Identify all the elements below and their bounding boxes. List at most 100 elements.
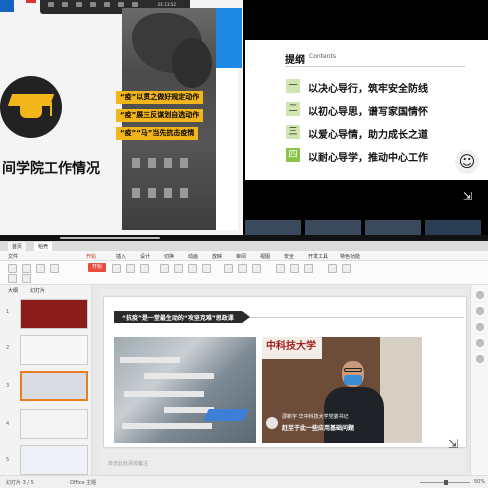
tab-home[interactable]: 首页 [8, 242, 27, 251]
underline-icon[interactable] [188, 264, 197, 273]
ribbon-toolbar: 开始 [0, 261, 488, 285]
reset-icon[interactable] [140, 264, 149, 273]
item-number: 二 [286, 102, 300, 116]
contents-heading-en: Contents [309, 53, 336, 60]
share-icon[interactable] [76, 2, 82, 7]
menu-devtools[interactable]: 开发工具 [308, 253, 328, 260]
font-color-icon[interactable] [202, 264, 211, 273]
record-icon[interactable] [118, 2, 124, 7]
animation-pane-icon[interactable] [476, 307, 484, 315]
cut-icon[interactable] [22, 264, 31, 273]
tab-slides[interactable]: 幻灯片 [30, 287, 45, 294]
participant-thumb[interactable] [365, 220, 421, 235]
exit-fullscreen-icon[interactable]: ⇲ [448, 437, 462, 453]
new-slide-icon[interactable] [112, 264, 121, 273]
menu-animation[interactable]: 动画 [188, 253, 198, 260]
slide-counter: 幻灯片 3 / 5 [6, 480, 34, 486]
top-right-video-tile[interactable]: 提纲 Contents 一 以决心导行，筑牢安全防线 二 以初心导思，谱写家国情… [245, 0, 488, 235]
slide-thumbnail-selected[interactable] [20, 371, 88, 401]
banner-item: “疫”“马”当先抗击疫情 [116, 127, 199, 140]
notes-field[interactable]: 单击此处添加备注 [104, 455, 466, 471]
thumb-number: 2 [6, 345, 10, 351]
align-right-icon[interactable] [252, 264, 261, 273]
slide-thumbnail[interactable] [20, 409, 88, 439]
caption-quote: 赶至于此一些应用基础问题 [282, 425, 355, 432]
current-slide[interactable]: “抗疫”是一堂最生动的“攻坚克难”思政课 中科技大学 邵新宇 华中科技大学党委书… [104, 297, 466, 447]
object-properties-icon[interactable] [476, 291, 484, 299]
contents-slide: 提纲 Contents 一 以决心导行，筑牢安全防线 二 以初心导思，谱写家国情… [245, 40, 488, 180]
title-bar: 首页 稻壳 [0, 241, 488, 251]
video-still-photo: 中科技大学 邵新宇 华中科技大学党委书记 赶至于此一些应用基础问题 [262, 337, 422, 443]
participant-badge [0, 0, 14, 12]
chat-icon[interactable] [104, 2, 110, 7]
university-sign: 中科技大学 [262, 337, 322, 359]
zoom-handle[interactable] [444, 480, 448, 485]
menu-start[interactable]: 开始 [86, 253, 96, 260]
exit-fullscreen-icon[interactable]: ⇲ [463, 190, 477, 206]
participants-icon[interactable] [90, 2, 96, 7]
item-number: 四 [286, 148, 300, 162]
menu-slideshow[interactable]: 放映 [212, 253, 222, 260]
menu-insert[interactable]: 插入 [116, 253, 126, 260]
participant-thumb[interactable] [425, 220, 481, 235]
undo-icon[interactable] [8, 274, 17, 283]
menu-view[interactable]: 视图 [260, 253, 270, 260]
participant-thumb[interactable] [245, 220, 301, 235]
thumb-number: 5 [6, 457, 10, 463]
align-center-icon[interactable] [238, 264, 247, 273]
contents-heading: 提纲 [285, 55, 305, 66]
wps-presentation-window[interactable]: 首页 稻壳 文件 开始 插入 设计 切换 动画 放映 审阅 视图 安全 开发工具… [0, 241, 488, 488]
menu-file[interactable]: 文件 [8, 253, 18, 260]
caption-name: 邵新宇 华中科技大学党委书记 [282, 414, 349, 420]
right-tool-panel [470, 285, 488, 475]
zoom-level: 50% [474, 479, 486, 485]
item-text: 以爱心导情，助力成长之道 [308, 130, 428, 141]
menu-features[interactable]: 特色功能 [340, 253, 360, 260]
top-left-video-tile[interactable]: 01:13:52 间学院工作情况 “疫”以贯之做好规定动作 “疫”展三反谋划自选… [0, 0, 243, 235]
theme-name: Office 主题 [70, 480, 97, 486]
construction-photo [114, 337, 256, 443]
tab-outline[interactable]: 大纲 [8, 287, 18, 294]
slide-title: 间学院工作情况 [2, 161, 100, 177]
slide-heading: “抗疫”是一堂最生动的“攻坚克难”思政课 [114, 311, 250, 323]
format-painter-icon[interactable] [50, 264, 59, 273]
heading-divider [285, 66, 465, 67]
copy-icon[interactable] [36, 264, 45, 273]
paste-icon[interactable] [8, 264, 17, 273]
menu-transition[interactable]: 切换 [164, 253, 174, 260]
recording-indicator [26, 0, 36, 3]
banner-item: “疫”展三反谋划自选动作 [116, 109, 204, 122]
slide-thumbnail[interactable] [20, 445, 88, 475]
find-icon[interactable] [328, 264, 337, 273]
menu-design[interactable]: 设计 [140, 253, 150, 260]
menu-review[interactable]: 审阅 [236, 253, 246, 260]
align-left-icon[interactable] [224, 264, 233, 273]
thumb-number: 1 [6, 309, 10, 315]
transition-pane-icon[interactable] [476, 323, 484, 331]
help-icon[interactable] [476, 355, 484, 363]
arrange-icon[interactable] [290, 264, 299, 273]
menu-security[interactable]: 安全 [284, 253, 294, 260]
shape-icon[interactable] [276, 264, 285, 273]
template-icon[interactable] [476, 339, 484, 347]
tab-docer[interactable]: 稻壳 [34, 242, 53, 251]
broadcast-logo-icon [266, 417, 278, 429]
camera-icon[interactable] [62, 2, 68, 7]
slide-thumbnail[interactable] [20, 335, 88, 365]
item-text: 以耐心导学，推动中心工作 [308, 153, 428, 164]
italic-icon[interactable] [174, 264, 183, 273]
bold-icon[interactable] [160, 264, 169, 273]
replace-icon[interactable] [342, 264, 351, 273]
meeting-time: 01:13:52 [158, 2, 176, 7]
participant-thumb[interactable] [305, 220, 361, 235]
redo-icon[interactable] [22, 274, 31, 283]
start-show-button[interactable]: 开始 [88, 263, 106, 272]
slide-thumbnail[interactable] [20, 299, 88, 329]
layout-icon[interactable] [126, 264, 135, 273]
item-number: 一 [286, 79, 300, 93]
reaction-icon[interactable]: ☺ [455, 150, 479, 174]
more-icon[interactable] [132, 2, 138, 7]
picture-icon[interactable] [304, 264, 313, 273]
banner-item: “疫”以贯之做好规定动作 [116, 91, 204, 104]
mic-icon[interactable] [48, 2, 54, 7]
